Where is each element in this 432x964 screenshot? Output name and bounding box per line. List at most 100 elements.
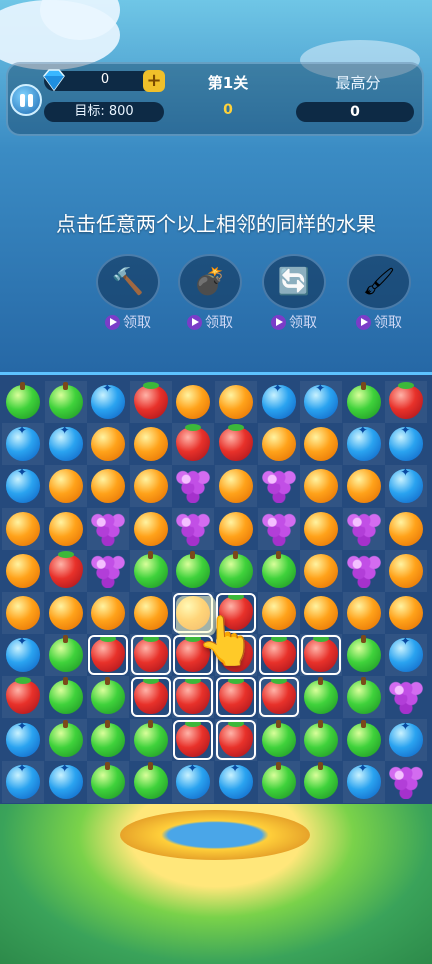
grid-cell[interactable] — [342, 423, 385, 466]
grid-cell[interactable] — [2, 760, 44, 803]
claim-button[interactable]: 领取 — [178, 312, 242, 332]
grid-cell[interactable] — [385, 761, 427, 803]
grid-cell[interactable] — [44, 634, 87, 677]
grid-cell[interactable] — [300, 761, 342, 803]
grid-cell[interactable] — [385, 676, 427, 718]
grid-cell[interactable] — [343, 550, 385, 592]
grid-cell[interactable] — [45, 592, 87, 634]
powerup-paintbrush[interactable]: 🖌 领取 — [347, 254, 411, 332]
grid-cell[interactable] — [45, 423, 87, 465]
grid-cell[interactable] — [129, 718, 172, 761]
grid-cell[interactable] — [257, 423, 300, 466]
grid-cell[interactable] — [130, 423, 172, 465]
grid-cell[interactable] — [215, 381, 257, 423]
grid-cell[interactable] — [87, 550, 129, 592]
add-gems-button[interactable]: + — [143, 70, 165, 92]
grid-cell[interactable] — [2, 592, 44, 634]
grid-cell[interactable] — [44, 465, 87, 508]
grid-cell[interactable] — [172, 719, 214, 761]
grid-cell[interactable] — [130, 761, 172, 803]
grid-cell[interactable] — [172, 507, 215, 550]
grid-cell[interactable] — [300, 634, 343, 677]
grid-cell[interactable] — [300, 465, 343, 508]
grid-cell[interactable] — [129, 381, 172, 423]
powerup-bomb[interactable]: 💣 领取 — [178, 254, 242, 332]
grid-cell[interactable] — [385, 423, 427, 465]
grid-cell[interactable] — [300, 549, 343, 592]
powerup-refresh[interactable]: 🔄 领取 — [262, 254, 326, 332]
grid-cell[interactable] — [300, 718, 343, 761]
grid-cell[interactable] — [385, 508, 427, 550]
grid-cell[interactable] — [215, 676, 257, 718]
grid-cell[interactable] — [87, 465, 129, 507]
grid-cell[interactable] — [258, 719, 300, 761]
grid-cell[interactable] — [385, 634, 428, 677]
grid-cell[interactable] — [2, 507, 44, 550]
grid-cell[interactable] — [129, 634, 172, 677]
grid-cell[interactable] — [2, 550, 44, 592]
grid-cell[interactable] — [129, 549, 172, 592]
grid-cell[interactable] — [45, 676, 87, 718]
grid-cell[interactable] — [258, 550, 300, 592]
grid-cell[interactable] — [300, 381, 343, 423]
grid-cell[interactable] — [258, 381, 300, 423]
grid-cell[interactable] — [343, 634, 385, 676]
grid-cell[interactable] — [129, 465, 172, 508]
grid-cell[interactable] — [385, 465, 428, 508]
grid-cell[interactable] — [342, 592, 385, 634]
claim-button[interactable]: 领取 — [262, 312, 326, 332]
grid-cell[interactable] — [343, 465, 385, 507]
grid-cell[interactable] — [215, 508, 257, 550]
grid-cell[interactable] — [258, 465, 300, 507]
grid-cell[interactable] — [87, 676, 130, 719]
grid-cell[interactable] — [87, 719, 129, 761]
grid-cell[interactable] — [172, 465, 214, 507]
grid-cell[interactable] — [87, 592, 130, 634]
grid-cell[interactable] — [215, 465, 257, 508]
grid-cell[interactable] — [130, 676, 172, 718]
grid-cell[interactable] — [257, 676, 300, 719]
grid-cell[interactable] — [215, 761, 257, 803]
grid-cell[interactable] — [130, 592, 172, 634]
grid-cell[interactable] — [87, 760, 130, 803]
grid-cell[interactable] — [172, 550, 214, 592]
grid-cell[interactable] — [2, 719, 44, 761]
grid-cell[interactable] — [257, 592, 300, 634]
grid-cell[interactable] — [2, 676, 44, 719]
grid-cell[interactable] — [215, 718, 257, 761]
pause-button[interactable] — [10, 84, 42, 116]
grid-cell[interactable] — [300, 592, 342, 634]
grid-cell[interactable] — [172, 676, 215, 719]
grid-cell[interactable] — [87, 634, 129, 676]
claim-button[interactable]: 领取 — [96, 312, 160, 332]
grid-cell[interactable] — [342, 676, 385, 719]
grid-cell[interactable] — [385, 718, 428, 761]
grid-cell[interactable] — [45, 508, 87, 550]
grid-cell[interactable] — [172, 381, 214, 423]
claim-button[interactable]: 领取 — [347, 312, 411, 332]
grid-cell[interactable] — [45, 761, 87, 803]
grid-cell[interactable] — [257, 507, 300, 550]
grid-cell[interactable] — [385, 549, 428, 592]
grid-cell[interactable] — [385, 592, 427, 634]
grid-cell[interactable] — [300, 676, 342, 718]
grid-cell[interactable] — [2, 634, 44, 676]
grid-cell[interactable] — [258, 634, 300, 676]
grid-cell[interactable] — [44, 381, 87, 423]
grid-cell[interactable] — [342, 760, 385, 803]
powerup-hammer[interactable]: 🔨 领取 — [96, 254, 160, 332]
grid-cell[interactable] — [172, 760, 215, 803]
grid-cell[interactable] — [87, 507, 130, 550]
grid-cell[interactable] — [215, 423, 257, 465]
grid-cell[interactable] — [343, 381, 385, 423]
grid-cell[interactable] — [44, 718, 87, 761]
grid-cell[interactable] — [44, 549, 87, 592]
grid-cell[interactable] — [2, 381, 44, 423]
grid-cell[interactable] — [87, 381, 129, 423]
grid-cell[interactable] — [300, 423, 342, 465]
grid-cell[interactable] — [385, 381, 428, 423]
grid-cell[interactable] — [257, 760, 300, 803]
grid-cell[interactable] — [342, 507, 385, 550]
grid-cell[interactable] — [300, 508, 342, 550]
grid-cell[interactable] — [130, 508, 172, 550]
